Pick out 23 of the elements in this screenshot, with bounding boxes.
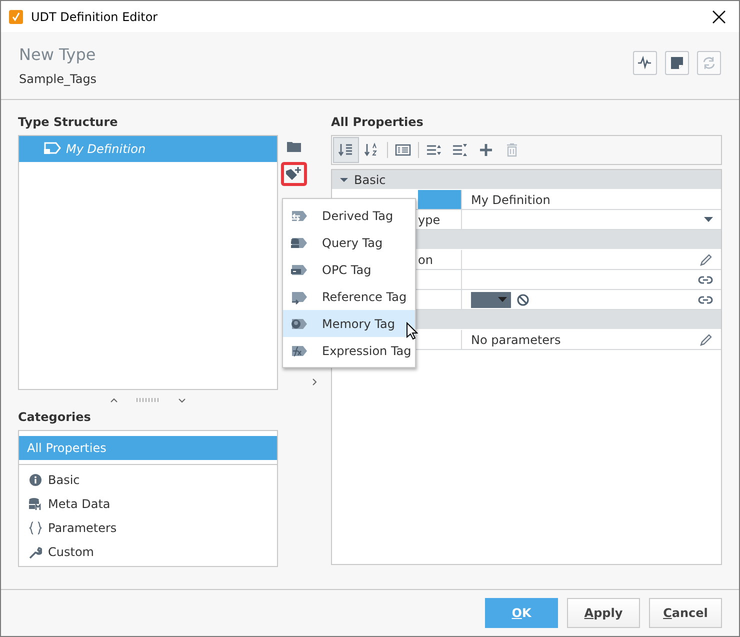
type-title: New Type	[19, 45, 97, 64]
category-item[interactable]: Meta Data	[19, 492, 277, 516]
category-item[interactable]: Parameters	[19, 516, 277, 540]
property-name[interactable]: on	[418, 250, 461, 269]
section-heading: Type Structure	[18, 115, 119, 131]
property-value: No parameters	[471, 332, 562, 346]
section-header[interactable]: Basic	[332, 170, 721, 190]
menu-item[interactable]: Reference Tag	[283, 283, 415, 310]
section-heading: Categories	[18, 410, 92, 426]
section-heading: All Properties	[331, 115, 424, 131]
menu-item[interactable]: Expression Tag	[283, 337, 415, 364]
property-value: My Definition	[471, 192, 552, 206]
dialog-button[interactable]: Apply	[567, 598, 640, 628]
menu-item[interactable]: Query Tag	[283, 229, 415, 256]
menu-item[interactable]: OPC Tag	[283, 256, 415, 283]
window-title: UDT Definition Editor	[31, 10, 159, 24]
dialog-button[interactable]: Cancel	[649, 598, 722, 628]
category-item[interactable]: Basic	[19, 468, 277, 492]
property-name[interactable]: ype	[418, 210, 461, 229]
menu-item[interactable]: Derived Tag	[283, 202, 415, 229]
type-path: Sample_Tags	[19, 72, 98, 86]
category-item[interactable]: Custom	[19, 540, 277, 564]
menu-item[interactable]: Memory Tag	[283, 310, 415, 337]
